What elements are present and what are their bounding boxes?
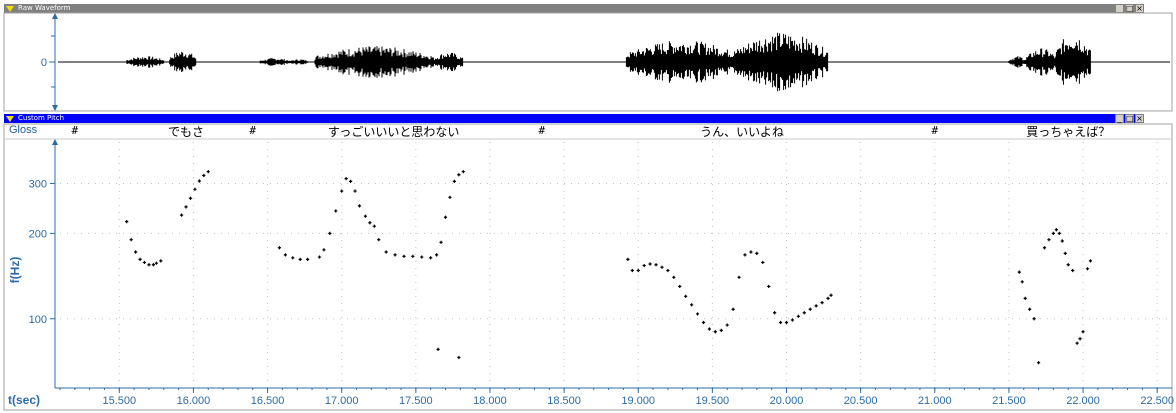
- waveform-burst: [126, 56, 165, 68]
- waveform-burst: [289, 59, 310, 65]
- gloss-segment[interactable]: すっごいいいと思わない: [328, 123, 460, 140]
- gloss-label: Gloss: [9, 124, 38, 136]
- pitch-window-buttons: _ □ ×: [1115, 114, 1144, 123]
- waveform-burst: [1055, 39, 1091, 85]
- minimize-icon[interactable]: _: [1115, 114, 1124, 123]
- gloss-separator: #: [249, 124, 257, 137]
- close-icon[interactable]: ×: [1135, 114, 1144, 123]
- waveform-panel: Raw Waveform _ □ × 0: [0, 0, 1176, 114]
- waveform-burst: [169, 52, 197, 72]
- gloss-separator: #: [538, 124, 546, 137]
- waveform-burst: [734, 32, 829, 92]
- pitch-panel: Custom Pitch _ □ ×: [0, 114, 1176, 413]
- waveform-plot: 0: [3, 12, 1173, 112]
- waveform-burst: [1008, 56, 1027, 68]
- waveform-burst: [1026, 48, 1057, 76]
- waveform-zero-label: 0: [41, 57, 47, 69]
- axis-arrow-down-icon: [52, 105, 58, 111]
- waveform-burst: [259, 58, 290, 66]
- gloss-segment[interactable]: 買っちゃえば？: [1026, 123, 1110, 140]
- app-icon: [6, 116, 14, 122]
- waveform-burst: [433, 52, 464, 72]
- waveform-burst: [625, 41, 739, 83]
- waveform-burst: [314, 46, 434, 78]
- gloss-separator: #: [71, 124, 79, 137]
- gloss-separator: #: [931, 124, 939, 137]
- gloss-segment[interactable]: うん、いいよね: [700, 123, 784, 140]
- pitch-title: Custom Pitch: [18, 114, 65, 122]
- gloss-segment[interactable]: でもさ: [168, 123, 204, 140]
- maximize-icon[interactable]: □: [1125, 114, 1134, 123]
- pitch-titlebar[interactable]: Custom Pitch: [4, 114, 1144, 123]
- axis-arrow-up-icon: [52, 13, 58, 19]
